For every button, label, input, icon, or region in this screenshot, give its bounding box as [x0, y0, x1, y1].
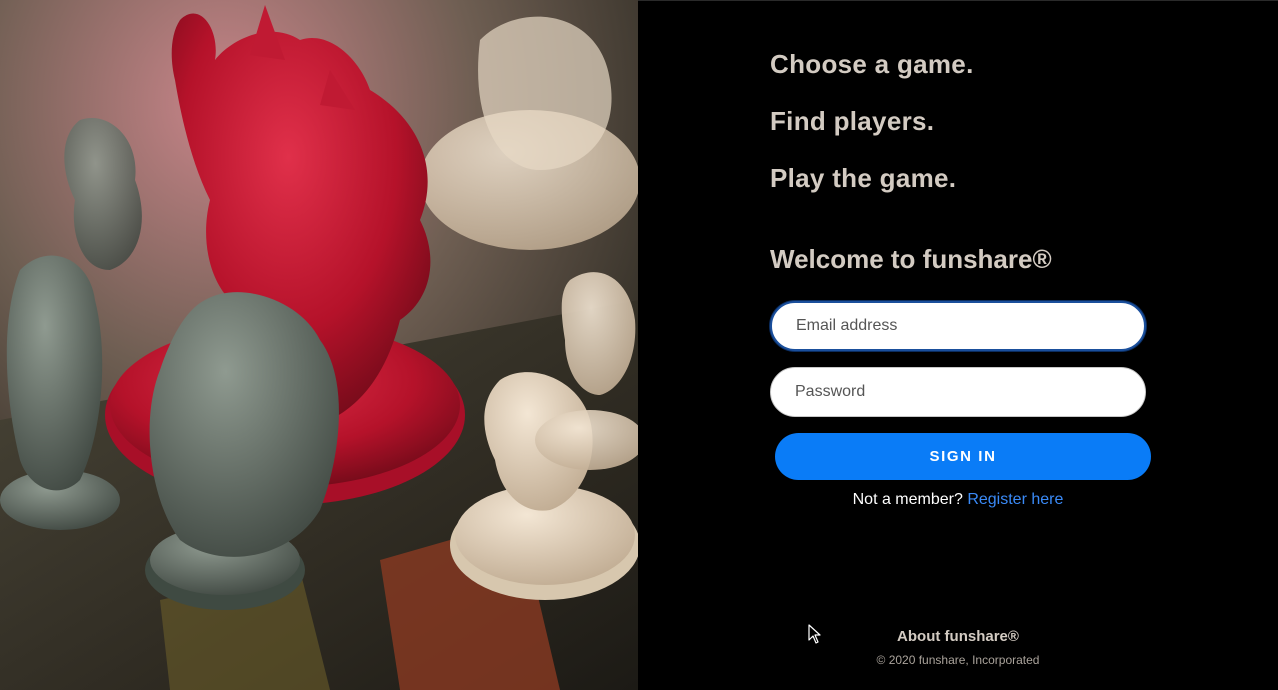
password-field[interactable] — [770, 367, 1146, 417]
about-link[interactable]: About funshare® — [770, 628, 1146, 645]
tagline-choose: Choose a game. — [770, 49, 974, 79]
miniatures-illustration — [0, 0, 638, 690]
register-prompt: Not a member? Register here — [770, 491, 1146, 509]
mouse-pointer-icon — [808, 624, 821, 644]
welcome-heading: Welcome to funshare® — [770, 244, 1052, 274]
hero-image — [0, 0, 638, 690]
register-link[interactable]: Register here — [967, 491, 1063, 508]
sign-in-button[interactable]: SIGN IN — [775, 433, 1151, 480]
tagline-find: Find players. — [770, 106, 935, 136]
copyright-text: © 2020 funshare, Incorporated — [876, 653, 1040, 667]
not-member-text: Not a member? — [852, 491, 963, 508]
tagline-play: Play the game. — [770, 163, 957, 193]
login-panel: Choose a game. Find players. Play the ga… — [638, 0, 1278, 690]
login-page: Choose a game. Find players. Play the ga… — [0, 0, 1278, 690]
email-field[interactable] — [770, 301, 1146, 351]
